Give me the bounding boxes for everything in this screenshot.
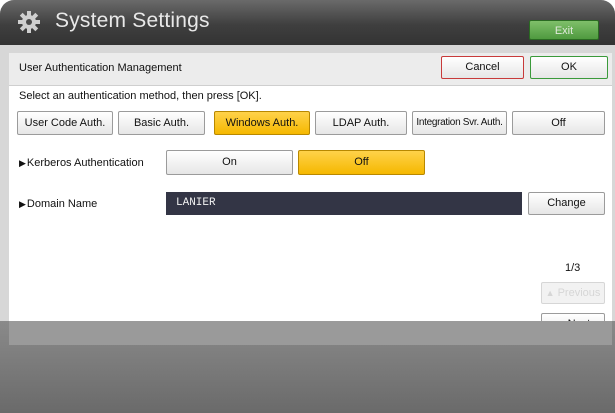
- triangle-right-icon: ▶: [19, 158, 26, 168]
- kerberos-label: ▶Kerberos Authentication: [19, 157, 144, 169]
- triangle-right-icon: ▶: [19, 199, 26, 209]
- method-basic-auth-button[interactable]: Basic Auth.: [118, 111, 205, 135]
- kerberos-on-button[interactable]: On: [166, 150, 293, 175]
- title-bar: System Settings Exit: [0, 0, 615, 45]
- domain-name-label-text: Domain Name: [26, 198, 98, 210]
- method-windows-auth-button[interactable]: Windows Auth.: [214, 111, 310, 135]
- domain-name-field[interactable]: LANIER: [166, 192, 522, 215]
- change-button[interactable]: Change: [528, 192, 605, 215]
- kerberos-off-button[interactable]: Off: [298, 150, 425, 175]
- instruction-text: Select an authentication method, then pr…: [19, 90, 262, 102]
- device-screen: System Settings Exit User Authentication…: [0, 0, 615, 413]
- ok-button[interactable]: OK: [530, 56, 608, 79]
- domain-name-label: ▶Domain Name: [19, 198, 97, 210]
- kerberos-label-text: Kerberos Authentication: [26, 157, 144, 169]
- gear-icon: [18, 11, 40, 33]
- cancel-button[interactable]: Cancel: [441, 56, 524, 79]
- app-title: System Settings: [55, 9, 210, 32]
- method-ldap-auth-button[interactable]: LDAP Auth.: [315, 111, 407, 135]
- previous-button: ▲ Previous: [541, 282, 605, 304]
- method-integration-svr-auth-button[interactable]: Integration Svr. Auth.: [412, 111, 507, 135]
- method-user-code-auth-button[interactable]: User Code Auth.: [17, 111, 113, 135]
- method-off-button[interactable]: Off: [512, 111, 605, 135]
- previous-label: Previous: [557, 287, 601, 299]
- page-indicator: 1/3: [565, 262, 581, 274]
- screen-title: User Authentication Management: [19, 62, 182, 74]
- triangle-up-icon: ▲: [545, 288, 555, 298]
- exit-button[interactable]: Exit: [529, 20, 599, 40]
- status-bar: [9, 321, 612, 345]
